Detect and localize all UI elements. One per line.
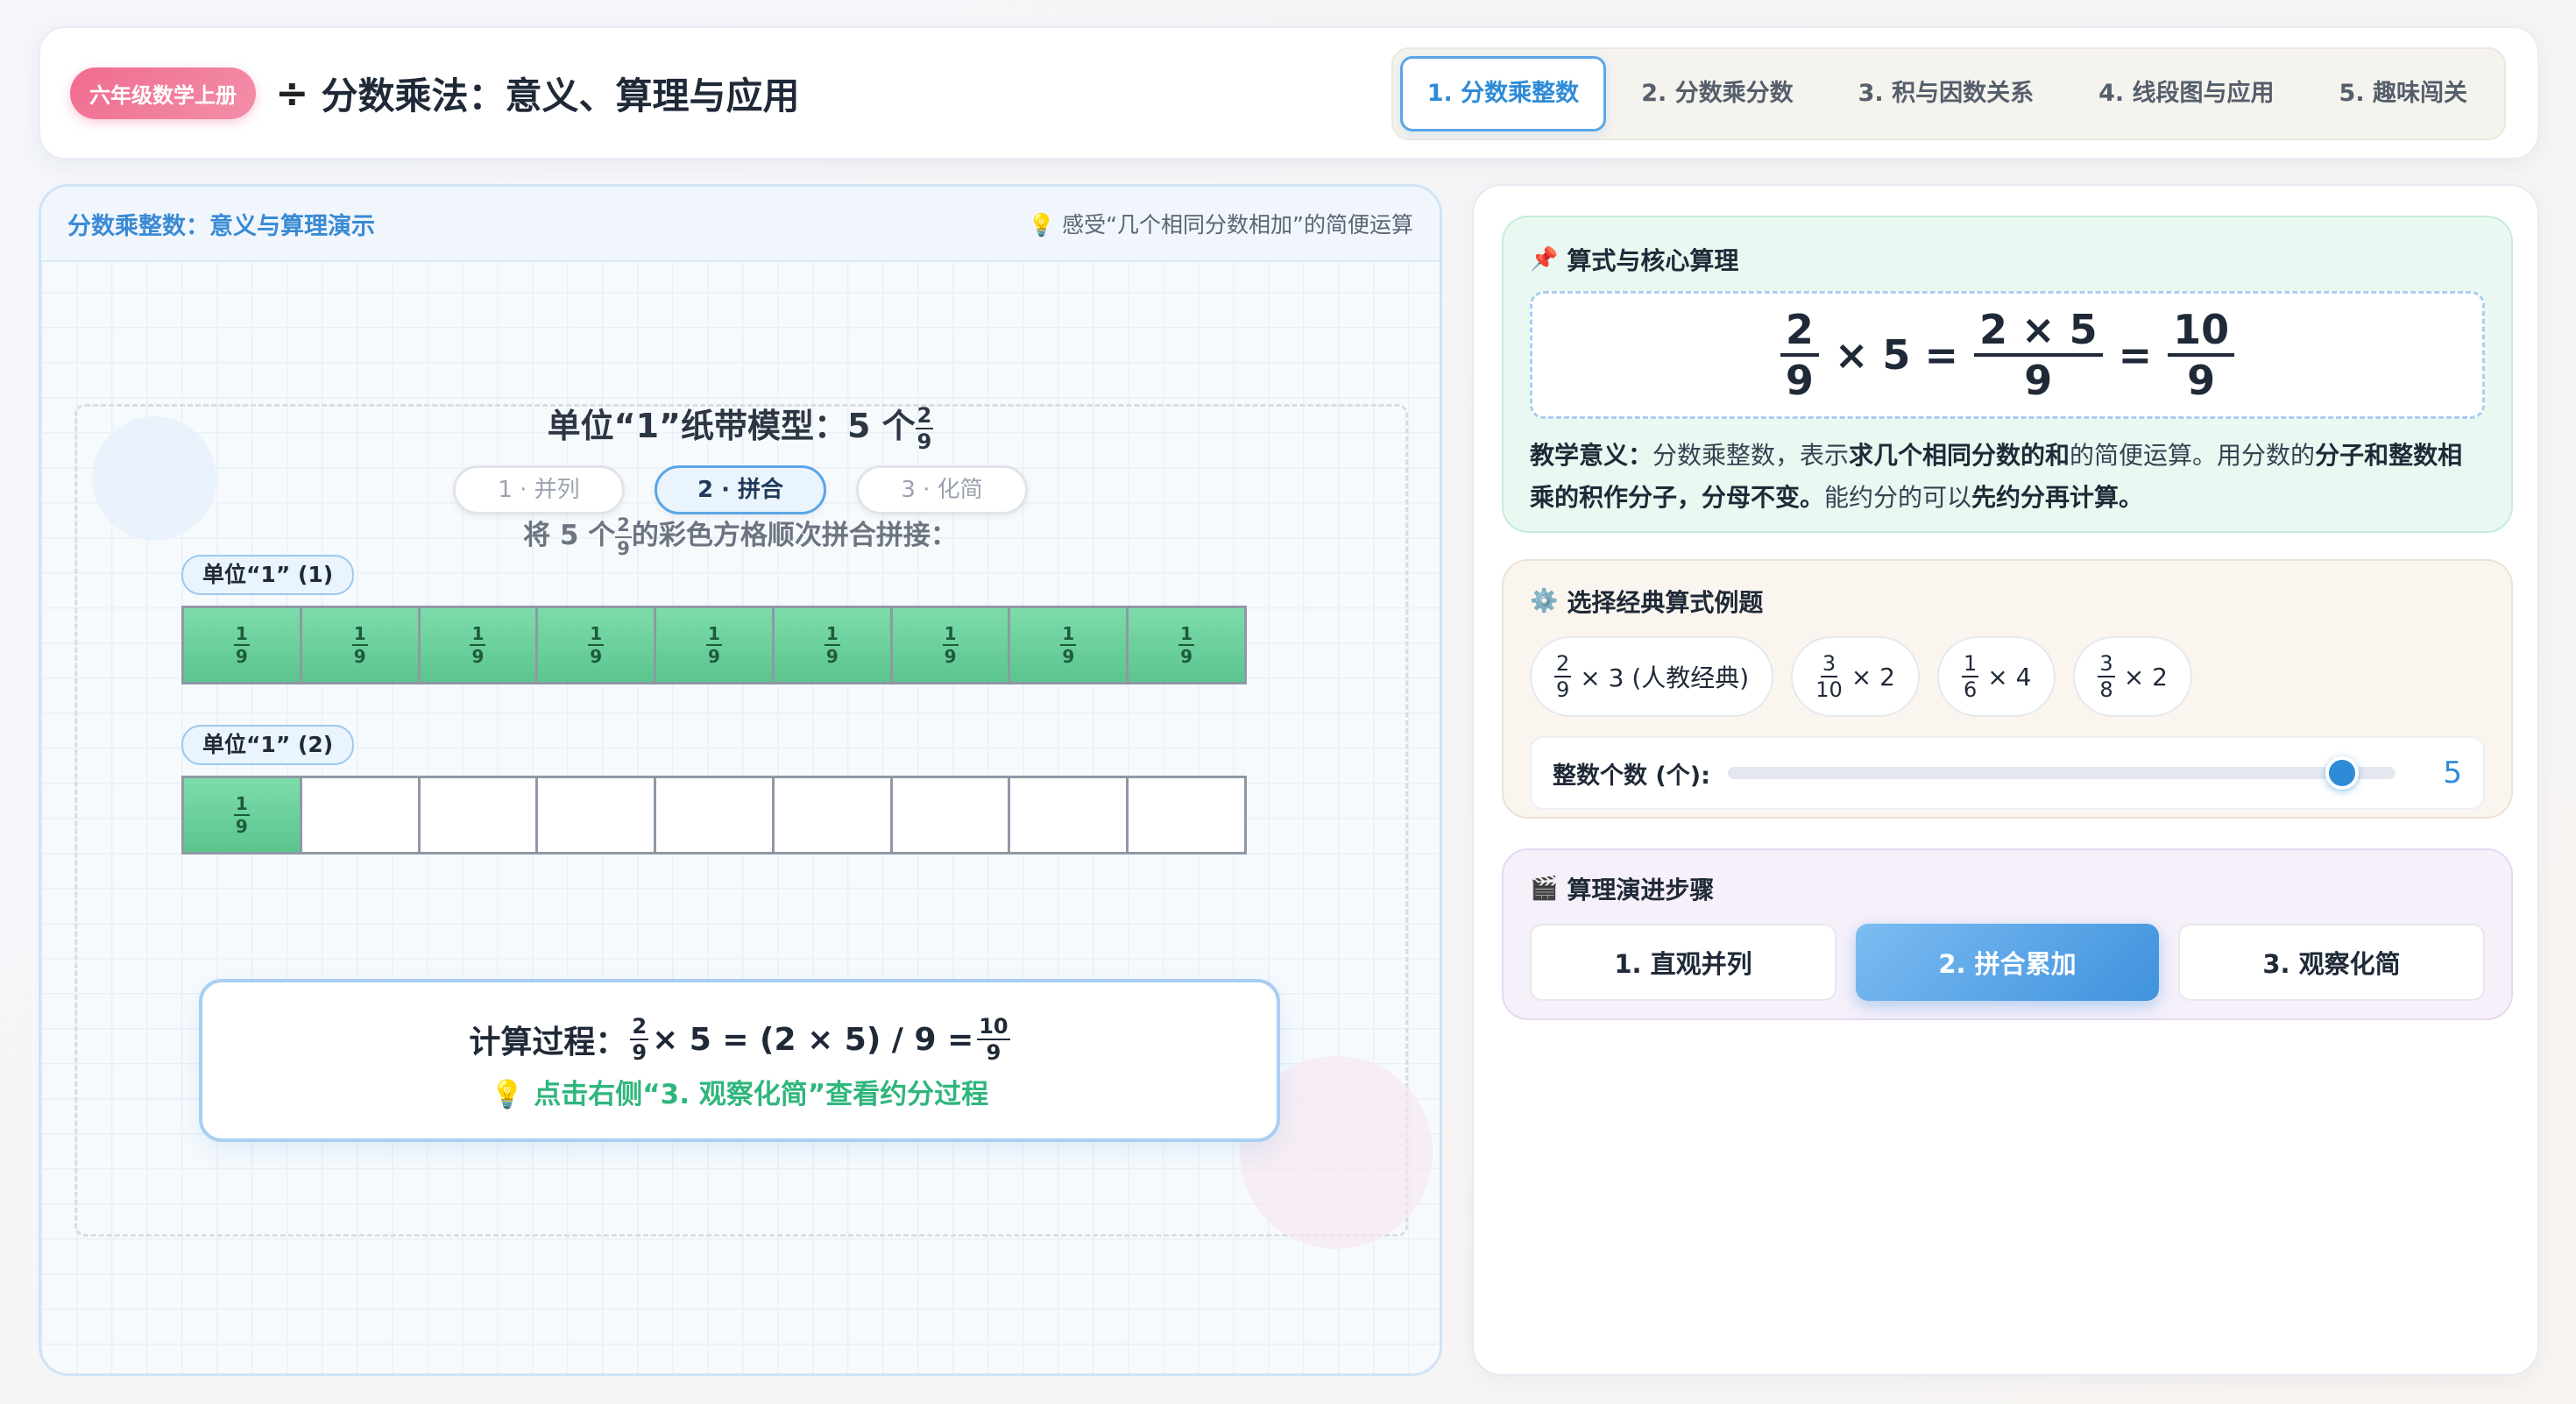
unit-bar-2-label: 单位“1” (2) (181, 725, 355, 765)
module-tabs: 1. 分数乘整数 2. 分数乘分数 3. 积与因数关系 4. 线段图与应用 5.… (1391, 47, 2506, 140)
strip-cell: 19 (1129, 608, 1245, 682)
example-button-3-8x2[interactable]: 3 8 × 2 (2073, 636, 2192, 717)
stage-step-pills: 1 · 并列 2 · 拼合 3 · 化简 (41, 465, 1440, 514)
strip-cell: 19 (1010, 608, 1129, 682)
pill-step-side-by-side[interactable]: 1 · 并列 (453, 465, 625, 514)
pill-step-combine[interactable]: 2 · 拼合 (655, 465, 826, 514)
cell-fraction: 19 (233, 623, 250, 667)
strip-cell (656, 778, 775, 852)
demo-panel: 分数乘整数：意义与算理演示 💡 感受“几个相同分数相加”的简便运算 单位“1”纸… (39, 184, 1442, 1376)
tab-challenge[interactable]: 5. 趣味闯关 (2310, 58, 2497, 130)
teaching-meaning: 教学意义：分数乘整数，表示求几个相同分数的和的简便运算。用分数的分子和整数相乘的… (1530, 441, 2463, 512)
unit-bar-1: 19 19 19 19 19 19 19 19 19 (181, 606, 1247, 684)
example-buttons: 2 9 × 3 (人教经典) 3 10 × 2 1 6 × 4 3 8 × 2 (1530, 636, 2485, 717)
formula-mid-fraction: 2 × 59 (1973, 309, 2103, 401)
strip-cell (893, 778, 1011, 852)
calc-fraction-result: 10 9 (977, 1014, 1010, 1065)
demo-panel-header: 分数乘整数：意义与算理演示 💡 感受“几个相同分数相加”的简便运算 (41, 187, 1440, 262)
clapper-icon: 🎬 (1530, 876, 1559, 902)
divide-icon: ÷ (275, 69, 309, 117)
page-title: 分数乘法：意义、算理与应用 (321, 74, 800, 117)
example-button-1-6x4[interactable]: 1 6 × 4 (1936, 636, 2056, 717)
tab-fraction-times-integer[interactable]: 1. 分数乘整数 (1399, 56, 1607, 131)
cell-fraction: 19 (1178, 623, 1195, 667)
demo-panel-title: 分数乘整数：意义与算理演示 (67, 212, 375, 240)
integer-count-value: 5 (2443, 755, 2462, 791)
header-bar: 六年级数学上册 ÷ 分数乘法：意义、算理与应用 1. 分数乘整数 2. 分数乘分… (39, 26, 2539, 160)
strip-cell (1129, 778, 1244, 852)
integer-count-slider-row: 整数个数 (个): 5 (1530, 736, 2485, 810)
step-button-combine[interactable]: 2. 拼合累加 (1856, 924, 2159, 1001)
examples-card-title: ⚙️ 选择经典算式例题 (1530, 588, 1764, 617)
instruction-fraction: 29 (615, 514, 632, 559)
formula-display: 29 × 5 = 2 × 59 = 10 9 (1530, 291, 2485, 419)
strip-cell (538, 778, 657, 852)
step-buttons: 1. 直观并列 2. 拼合累加 3. 观察化简 (1530, 924, 2485, 1001)
pin-icon: 📌 (1530, 246, 1559, 273)
cell-fraction: 19 (588, 623, 605, 667)
strip-cell (775, 778, 893, 852)
cell-fraction: 19 (1060, 623, 1077, 667)
cell-fraction: 19 (942, 623, 959, 667)
strip-cell (1010, 778, 1129, 852)
integer-count-slider[interactable] (1728, 756, 2396, 790)
strip-cell: 19 (774, 608, 893, 682)
demo-panel-hint: 💡 感受“几个相同分数相加”的简便运算 (1028, 212, 1413, 238)
steps-card: 🎬 算理演进步骤 1. 直观并列 2. 拼合累加 3. 观察化简 (1502, 848, 2513, 1020)
formula-card-title: 📌 算式与核心算理 (1530, 246, 1739, 275)
pill-step-simplify[interactable]: 3 · 化简 (856, 465, 1028, 514)
cell-fraction: 19 (470, 623, 486, 667)
control-panel: 📌 算式与核心算理 29 × 5 = 2 × 59 = 10 9 教学意义：分数乘… (1472, 184, 2539, 1376)
grade-badge: 六年级数学上册 (70, 67, 256, 119)
integer-count-label: 整数个数 (个): (1553, 762, 1710, 790)
strip-cell (421, 778, 539, 852)
formula-card: 📌 算式与核心算理 29 × 5 = 2 × 59 = 10 9 教学意义：分数乘… (1502, 216, 2513, 533)
calc-fraction-1: 29 (630, 1014, 649, 1065)
strip-cell: 19 (420, 608, 539, 682)
gear-icon: ⚙️ (1530, 588, 1559, 614)
calc-process-line: 计算过程： 29 × 5 = (2 × 5) / 9 = 10 9 (469, 1014, 1010, 1065)
step-button-simplify[interactable]: 3. 观察化简 (2178, 924, 2485, 1001)
steps-card-title: 🎬 算理演进步骤 (1530, 876, 1715, 904)
unit-bar-2: 19 (181, 776, 1247, 854)
formula-result-fraction: 10 9 (2168, 309, 2235, 401)
example-button-2-9x3[interactable]: 2 9 × 3 (人教经典) (1530, 636, 1774, 717)
cell-fraction: 19 (706, 623, 722, 667)
unit-bar-1-label: 单位“1” (1) (181, 555, 355, 595)
cell-fraction: 19 (824, 623, 840, 667)
stage-instruction: 将 5 个 2 9 的彩色方格顺次拼合拼接： (523, 514, 958, 559)
tab-line-diagram[interactable]: 4. 线段图与应用 (2069, 58, 2304, 130)
cell-fraction: 19 (233, 793, 250, 837)
tab-product-factor-relation[interactable]: 3. 积与因数关系 (1829, 58, 2063, 130)
examples-card: ⚙️ 选择经典算式例题 2 9 × 3 (人教经典) 3 10 × 2 1 6 × 4 38… (1502, 559, 2513, 819)
model-title: 单位“1”纸带模型：5 个29 (547, 402, 934, 454)
calc-tip: 💡 点击右侧“3. 观察化简”查看约分过程 (490, 1079, 989, 1110)
example-button-3-10x2[interactable]: 3 10 × 2 (1791, 636, 1920, 717)
cell-fraction: 19 (351, 623, 368, 667)
step-button-side-by-side[interactable]: 1. 直观并列 (1530, 924, 1836, 1001)
calc-process-box: 计算过程： 29 × 5 = (2 × 5) / 9 = 10 9 💡 点击右侧“… (199, 979, 1280, 1142)
tab-fraction-times-fraction[interactable]: 2. 分数乘分数 (1611, 58, 1822, 130)
strip-cell: 19 (892, 608, 1011, 682)
strip-cell: 19 (184, 608, 302, 682)
formula-lhs-fraction: 29 (1780, 309, 1819, 401)
strip-cell (302, 778, 421, 852)
strip-cell: 19 (538, 608, 657, 682)
strip-cell: 19 (656, 608, 775, 682)
strip-cell: 19 (301, 608, 421, 682)
strip-cell: 19 (184, 778, 302, 852)
model-title-fraction: 29 (915, 402, 934, 454)
slider-thumb[interactable] (2325, 756, 2360, 790)
